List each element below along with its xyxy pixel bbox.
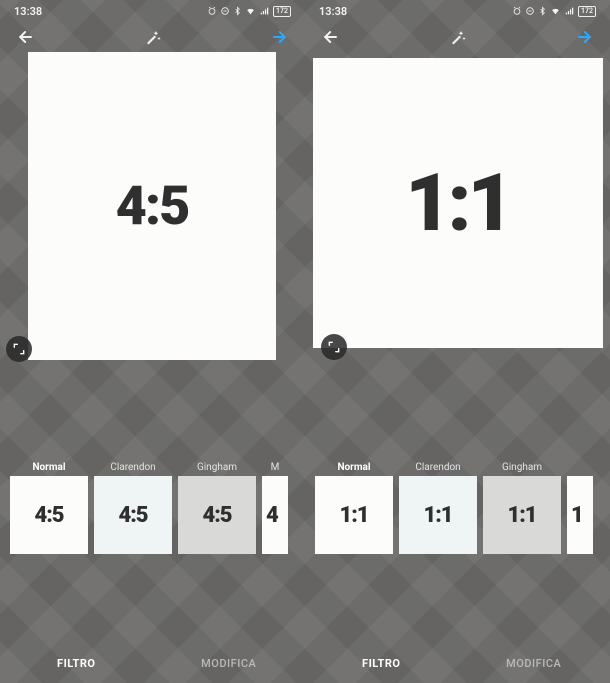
filter-normal[interactable]: Normal 1:1 xyxy=(315,458,393,554)
toolbar xyxy=(305,22,610,52)
filter-label: M xyxy=(271,458,280,476)
filter-strip[interactable]: Normal 1:1 Clarendon 1:1 Gingham 1:1 1 xyxy=(305,458,610,566)
screenshot-right: 13:38 172 xyxy=(305,0,610,683)
filter-thumbnail: 4:5 xyxy=(178,476,256,554)
filter-normal[interactable]: Normal 4:5 xyxy=(10,458,88,554)
bottom-tabs: FILTRO MODIFICA xyxy=(0,643,305,683)
battery-icon: 172 xyxy=(578,6,596,17)
filter-moon[interactable]: 1 xyxy=(567,458,593,554)
signal-icon xyxy=(259,6,270,16)
filter-label: Clarendon xyxy=(110,458,155,476)
tab-filter[interactable]: FILTRO xyxy=(0,657,153,670)
image-preview-area: 4:5 xyxy=(0,52,305,372)
filter-thumbnail: 4:5 xyxy=(10,476,88,554)
status-icons: 172 xyxy=(207,6,291,17)
filter-label: Normal xyxy=(337,458,370,476)
filter-moon[interactable]: M 4 xyxy=(262,458,288,554)
filter-thumbnail: 4 xyxy=(262,476,288,554)
filter-label: Clarendon xyxy=(415,458,460,476)
filter-label: Normal xyxy=(32,458,65,476)
status-icons: 172 xyxy=(512,6,596,17)
dnd-icon xyxy=(220,6,230,16)
toolbar xyxy=(0,22,305,52)
wifi-icon xyxy=(245,6,256,16)
filter-label: Gingham xyxy=(502,458,542,476)
back-button[interactable] xyxy=(12,23,40,51)
magic-wand-button[interactable] xyxy=(444,23,472,51)
alarm-icon xyxy=(207,6,217,16)
wifi-icon xyxy=(550,6,561,16)
battery-icon: 172 xyxy=(273,6,291,17)
back-button[interactable] xyxy=(317,23,345,51)
filter-clarendon[interactable]: Clarendon 4:5 xyxy=(94,458,172,554)
status-bar: 13:38 172 xyxy=(305,0,610,22)
filter-thumbnail: 1 xyxy=(567,476,593,554)
status-bar: 13:38 172 xyxy=(0,0,305,22)
image-preview-area: 1:1 xyxy=(305,52,610,372)
image-preview[interactable]: 4:5 xyxy=(28,52,276,360)
aspect-ratio-label: 4:5 xyxy=(116,175,189,238)
filter-thumbnail: 1:1 xyxy=(483,476,561,554)
filter-gingham[interactable]: Gingham 1:1 xyxy=(483,458,561,554)
filter-thumbnail: 1:1 xyxy=(315,476,393,554)
filter-clarendon[interactable]: Clarendon 1:1 xyxy=(399,458,477,554)
bluetooth-icon xyxy=(538,6,547,16)
expand-crop-button[interactable] xyxy=(6,336,32,362)
tab-edit[interactable]: MODIFICA xyxy=(458,657,610,670)
alarm-icon xyxy=(512,6,522,16)
bottom-tabs: FILTRO MODIFICA xyxy=(305,643,610,683)
image-preview[interactable]: 1:1 xyxy=(313,58,603,348)
clock: 13:38 xyxy=(319,5,347,18)
next-button[interactable] xyxy=(265,23,293,51)
dnd-icon xyxy=(525,6,535,16)
clock: 13:38 xyxy=(14,5,42,18)
filter-thumbnail: 4:5 xyxy=(94,476,172,554)
filter-thumbnail: 1:1 xyxy=(399,476,477,554)
next-button[interactable] xyxy=(570,23,598,51)
filter-strip[interactable]: Normal 4:5 Clarendon 4:5 Gingham 4:5 M 4 xyxy=(0,458,305,566)
tab-edit[interactable]: MODIFICA xyxy=(153,657,306,670)
expand-crop-button[interactable] xyxy=(321,334,347,360)
signal-icon xyxy=(564,6,575,16)
bluetooth-icon xyxy=(233,6,242,16)
filter-label: Gingham xyxy=(197,458,237,476)
screenshot-left: 13:38 172 xyxy=(0,0,305,683)
magic-wand-button[interactable] xyxy=(139,23,167,51)
tab-filter[interactable]: FILTRO xyxy=(305,657,458,670)
aspect-ratio-label: 1:1 xyxy=(405,156,510,250)
filter-gingham[interactable]: Gingham 4:5 xyxy=(178,458,256,554)
